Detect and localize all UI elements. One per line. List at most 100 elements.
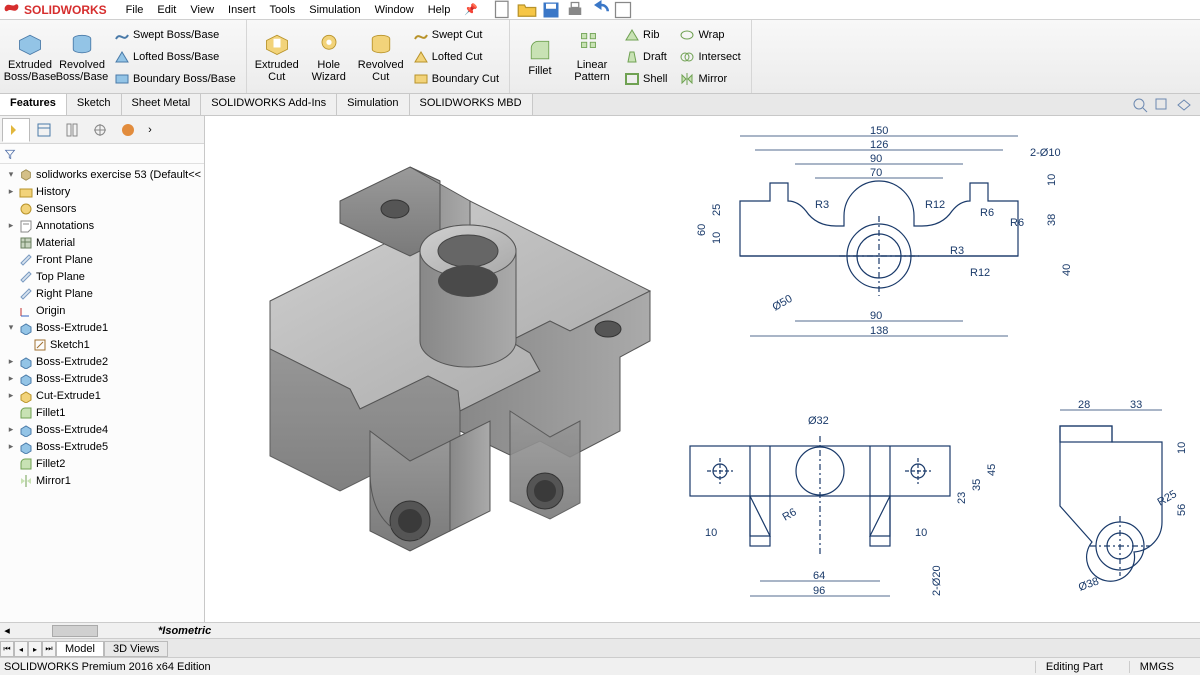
tab-addins[interactable]: SOLIDWORKS Add-Ins (201, 94, 337, 115)
tree-item-right-plane[interactable]: Right Plane (0, 285, 204, 302)
tab-sketch[interactable]: Sketch (67, 94, 122, 115)
svg-text:138: 138 (870, 325, 888, 337)
menu-view[interactable]: View (183, 2, 221, 18)
tree-item-fillet1[interactable]: Fillet1 (0, 404, 204, 421)
revolved-boss-label: Revolved Boss/Base (56, 60, 109, 83)
lofted-boss-button[interactable]: Lofted Boss/Base (110, 47, 240, 67)
fmtab-dimxpert-icon[interactable] (86, 118, 114, 142)
tree-item-sensors[interactable]: Sensors (0, 200, 204, 217)
view-orient-icon[interactable] (1176, 97, 1192, 113)
svg-text:R6: R6 (1010, 217, 1024, 229)
tab-sheetmetal[interactable]: Sheet Metal (122, 94, 202, 115)
shell-button[interactable]: Shell (620, 69, 671, 89)
menu-window[interactable]: Window (368, 2, 421, 18)
menu-tools[interactable]: Tools (263, 2, 303, 18)
menu-insert[interactable]: Insert (221, 2, 263, 18)
qat-save-icon[interactable] (541, 0, 561, 20)
tree-item-boss-extrude5[interactable]: ▸Boss-Extrude5 (0, 438, 204, 455)
fillet-button[interactable]: Fillet (514, 24, 566, 90)
tree-item-origin[interactable]: Origin (0, 302, 204, 319)
tree-root[interactable]: ▾ solidworks exercise 53 (Default<< (0, 166, 204, 183)
tree-item-history[interactable]: ▸History (0, 183, 204, 200)
rib-button[interactable]: Rib (620, 25, 671, 45)
tree-filter-row[interactable] (0, 144, 204, 164)
swept-cut-button[interactable]: Swept Cut (409, 25, 503, 45)
status-units[interactable]: MMGS (1129, 661, 1184, 673)
tab-features[interactable]: Features (0, 94, 67, 115)
revolved-boss-button[interactable]: Revolved Boss/Base (56, 24, 108, 90)
fmtab-display-icon[interactable] (114, 118, 142, 142)
swept-boss-button[interactable]: Swept Boss/Base (110, 25, 240, 45)
qat-rebuild-icon[interactable] (613, 0, 633, 20)
svg-text:R12: R12 (970, 267, 990, 279)
tree-item-boss-extrude1[interactable]: ▾Boss-Extrude1 (0, 319, 204, 336)
svg-text:R12: R12 (925, 199, 945, 211)
tab-simulation[interactable]: Simulation (337, 94, 409, 115)
extruded-boss-button[interactable]: Extruded Boss/Base (4, 24, 56, 90)
fmtab-more-icon[interactable]: › (142, 118, 158, 142)
boundary-boss-button[interactable]: Boundary Boss/Base (110, 69, 240, 89)
tree-item-annotations[interactable]: ▸Annotations (0, 217, 204, 234)
svg-text:Ø38: Ø38 (1077, 575, 1101, 593)
hole-wizard-label: Hole Wizard (305, 60, 353, 83)
tree-item-sketch1[interactable]: Sketch1 (0, 336, 204, 353)
tab-nav-first-icon[interactable]: ⏮ (0, 641, 14, 657)
svg-text:10: 10 (711, 232, 723, 244)
view-tab-model[interactable]: Model (56, 641, 104, 657)
view-tabs: ⏮ ◂ ▸ ⏭ Model 3D Views (0, 638, 1200, 657)
draft-button[interactable]: Draft (620, 47, 671, 67)
main-area: › ▾ solidworks exercise 53 (Default<< ▸H… (0, 116, 1200, 622)
command-manager-tabs: Features Sketch Sheet Metal SOLIDWORKS A… (0, 94, 1200, 116)
svg-text:70: 70 (870, 167, 882, 179)
drawing-views: 150 126 90 70 2-Ø10 10 25 60 38 40 R3 R1… (640, 116, 1200, 616)
qat-print-icon[interactable] (565, 0, 585, 20)
view-tab-3dviews[interactable]: 3D Views (104, 641, 168, 657)
menu-simulation[interactable]: Simulation (302, 2, 367, 18)
extruded-cut-button[interactable]: Extruded Cut (251, 24, 303, 90)
tree-item-material-not-specified-[interactable]: Material (0, 234, 204, 251)
tab-nav-prev-icon[interactable]: ◂ (14, 641, 28, 657)
fmtab-property-icon[interactable] (30, 118, 58, 142)
svg-text:28: 28 (1078, 399, 1090, 411)
tree-item-mirror1[interactable]: Mirror1 (0, 472, 204, 489)
tree-item-top-plane[interactable]: Top Plane (0, 268, 204, 285)
hole-wizard-button[interactable]: Hole Wizard (303, 24, 355, 90)
feature-manager-pane: › ▾ solidworks exercise 53 (Default<< ▸H… (0, 116, 205, 622)
graphics-viewport[interactable]: 150 126 90 70 2-Ø10 10 25 60 38 40 R3 R1… (205, 116, 1200, 622)
tree-item-fillet2[interactable]: Fillet2 (0, 455, 204, 472)
horizontal-scrollbar[interactable]: ◂ *Isometric (0, 622, 1200, 638)
extruded-cut-label: Extruded Cut (253, 60, 301, 83)
zoom-area-icon[interactable] (1154, 97, 1170, 113)
tab-mbd[interactable]: SOLIDWORKS MBD (410, 94, 533, 115)
ribbon: Extruded Boss/Base Revolved Boss/Base Sw… (0, 20, 1200, 94)
zoom-fit-icon[interactable] (1132, 97, 1148, 113)
fmtab-tree-icon[interactable] (2, 118, 30, 142)
revolved-cut-button[interactable]: Revolved Cut (355, 24, 407, 90)
svg-text:56: 56 (1176, 504, 1188, 516)
menu-pin-icon[interactable]: 📌 (457, 1, 485, 18)
mirror-button[interactable]: Mirror (675, 69, 744, 89)
qat-undo-icon[interactable] (589, 0, 609, 20)
scroll-thumb[interactable] (52, 625, 98, 637)
fmtab-config-icon[interactable] (58, 118, 86, 142)
qat-open-icon[interactable] (517, 0, 537, 20)
tree-item-boss-extrude4[interactable]: ▸Boss-Extrude4 (0, 421, 204, 438)
menu-help[interactable]: Help (421, 2, 458, 18)
feature-manager-tabs: › (0, 116, 204, 144)
tab-nav-last-icon[interactable]: ⏭ (42, 641, 56, 657)
tree-item-front-plane[interactable]: Front Plane (0, 251, 204, 268)
tab-nav-next-icon[interactable]: ▸ (28, 641, 42, 657)
menu-file[interactable]: File (119, 2, 151, 18)
wrap-button[interactable]: Wrap (675, 25, 744, 45)
tree-item-cut-extrude1[interactable]: ▸Cut-Extrude1 (0, 387, 204, 404)
boundary-cut-button[interactable]: Boundary Cut (409, 69, 503, 89)
intersect-button[interactable]: Intersect (675, 47, 744, 67)
lofted-cut-button[interactable]: Lofted Cut (409, 47, 503, 67)
svg-text:R6: R6 (781, 506, 799, 523)
menu-edit[interactable]: Edit (150, 2, 183, 18)
svg-text:23: 23 (956, 492, 968, 504)
tree-item-boss-extrude3[interactable]: ▸Boss-Extrude3 (0, 370, 204, 387)
qat-new-icon[interactable] (493, 0, 513, 20)
tree-item-boss-extrude2[interactable]: ▸Boss-Extrude2 (0, 353, 204, 370)
linear-pattern-button[interactable]: Linear Pattern (566, 24, 618, 90)
